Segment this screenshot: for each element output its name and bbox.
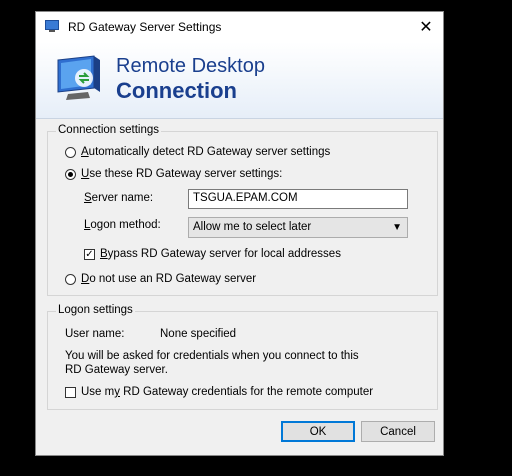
credentials-info-text: You will be asked for credentials when y… <box>65 350 359 376</box>
logon-method-select[interactable]: Allow me to select later ▼ <box>188 217 408 238</box>
use-credentials-checkbox-indicator[interactable] <box>65 386 76 398</box>
close-icon: ✕ <box>419 19 433 36</box>
bypass-label: Bypass RD Gateway server for local addre… <box>100 248 341 260</box>
auto-detect-radio[interactable]: Automatically detect RD Gateway server s… <box>65 146 330 158</box>
close-button[interactable]: ✕ <box>409 12 443 42</box>
logon-settings-group: Logon settings User name: None specified… <box>47 304 438 410</box>
remote-desktop-icon <box>57 55 100 100</box>
banner-title-line2: Connection <box>116 78 237 103</box>
ok-button[interactable]: OK <box>281 421 355 442</box>
server-name-label: Server name: <box>84 192 154 204</box>
remote-desktop-small-icon <box>45 20 59 32</box>
banner: Remote Desktop Connection <box>36 42 443 119</box>
cancel-button[interactable]: Cancel <box>361 421 435 442</box>
bypass-local-checkbox[interactable]: ✓ Bypass RD Gateway server for local add… <box>84 248 341 260</box>
connection-settings-group: Connection settings Automatically detect… <box>47 124 438 296</box>
rd-gateway-settings-dialog: RD Gateway Server Settings ✕ Remote Desk… <box>35 11 444 456</box>
do-not-use-radio[interactable]: Do not use an RD Gateway server <box>65 273 256 285</box>
logon-method-value: Allow me to select later <box>193 221 312 233</box>
server-name-input[interactable]: TSGUA.EPAM.COM <box>188 189 408 209</box>
use-these-radio-indicator[interactable] <box>65 168 76 180</box>
window-title: RD Gateway Server Settings <box>68 20 222 34</box>
use-rdg-credentials-checkbox[interactable]: Use my RD Gateway credentials for the re… <box>65 386 373 398</box>
use-these-settings-radio[interactable]: Use these RD Gateway server settings: <box>65 168 282 180</box>
chevron-down-icon: ▼ <box>392 222 402 233</box>
bypass-checkbox-indicator[interactable]: ✓ <box>84 248 95 260</box>
connection-settings-legend: Connection settings <box>56 124 162 136</box>
logon-method-label: Logon method: <box>84 219 161 231</box>
logon-settings-legend: Logon settings <box>56 304 135 316</box>
do-not-use-radio-indicator[interactable] <box>65 273 76 285</box>
do-not-use-label: Do not use an RD Gateway server <box>81 273 257 285</box>
title-bar: RD Gateway Server Settings ✕ <box>36 12 443 42</box>
use-credentials-label: Use my RD Gateway credentials for the re… <box>81 386 374 398</box>
auto-detect-radio-indicator[interactable] <box>65 146 76 158</box>
user-name-value: None specified <box>160 328 237 340</box>
banner-title-line1: Remote Desktop <box>116 55 265 77</box>
use-these-label: Use these RD Gateway server settings: <box>81 168 283 180</box>
auto-detect-label: Automatically detect RD Gateway server s… <box>81 146 331 158</box>
user-name-label: User name: <box>65 328 125 340</box>
